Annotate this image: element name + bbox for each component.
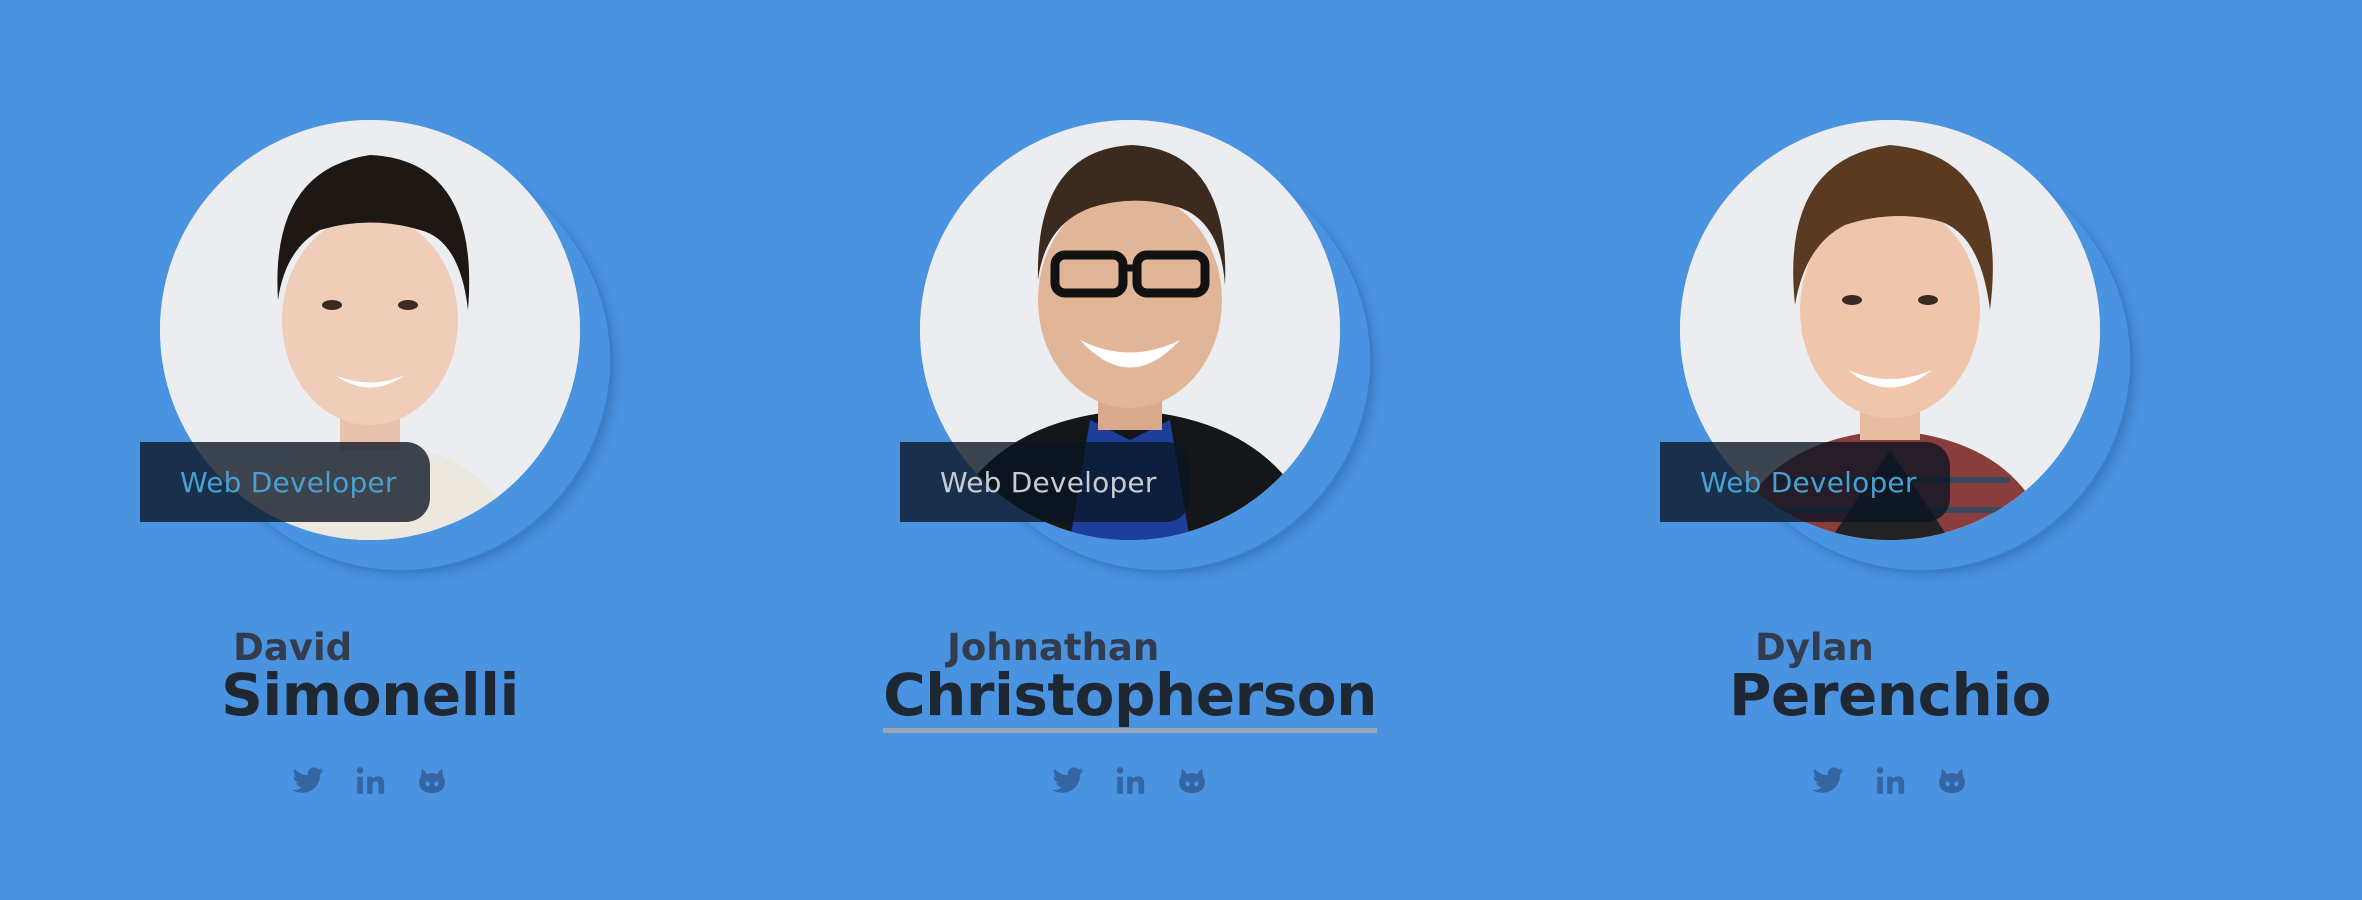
name-block: David Simonelli xyxy=(0,628,740,729)
social-links xyxy=(760,762,1500,800)
twitter-icon[interactable] xyxy=(1809,762,1847,800)
linkedin-icon[interactable] xyxy=(1871,762,1909,800)
role-badge: Web Developer xyxy=(900,442,1190,522)
twitter-icon[interactable] xyxy=(289,762,327,800)
last-name[interactable]: Christopherson xyxy=(883,664,1377,733)
team-card-david: Web Developer David Simonelli xyxy=(0,0,600,900)
social-links xyxy=(1520,762,2260,800)
github-icon[interactable] xyxy=(1173,762,1211,800)
linkedin-icon[interactable] xyxy=(351,762,389,800)
role-label: Web Developer xyxy=(940,465,1157,499)
github-icon[interactable] xyxy=(413,762,451,800)
role-badge: Web Developer xyxy=(140,442,430,522)
role-badge: Web Developer xyxy=(1660,442,1950,522)
team-card-dylan: Web Developer Dylan Perenchio xyxy=(1520,0,2120,900)
name-block: Johnathan Christopherson xyxy=(760,628,1500,733)
twitter-icon[interactable] xyxy=(1049,762,1087,800)
github-icon[interactable] xyxy=(1933,762,1971,800)
role-label: Web Developer xyxy=(1700,465,1917,499)
role-label: Web Developer xyxy=(180,465,397,499)
name-block: Dylan Perenchio xyxy=(1520,628,2260,729)
social-links xyxy=(0,762,740,800)
team-card-johnathan: Web Developer Johnathan Christopherson xyxy=(760,0,1377,900)
last-name: Simonelli xyxy=(221,661,519,729)
linkedin-icon[interactable] xyxy=(1111,762,1149,800)
last-name: Perenchio xyxy=(1729,661,2051,729)
